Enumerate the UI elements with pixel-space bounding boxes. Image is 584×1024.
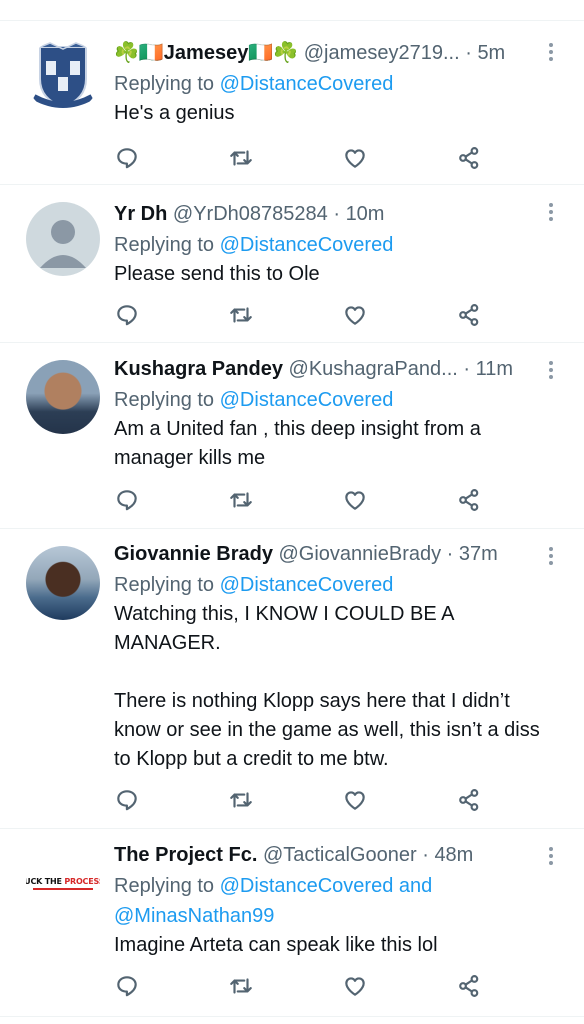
mention-link[interactable]: @DistanceCovered (220, 574, 394, 596)
retweet-icon[interactable] (228, 145, 256, 173)
timestamp[interactable]: 48m (434, 844, 473, 866)
reply-icon[interactable] (114, 787, 142, 815)
timestamp[interactable]: 10m (346, 203, 385, 225)
replying-to: Replying to @DistanceCovered (114, 385, 544, 415)
tweet-text: He's a genius (114, 102, 235, 124)
retweet-icon[interactable] (228, 302, 256, 330)
replying-to-label: Replying to (114, 875, 215, 897)
tweet-header: Giovannie Brady @GiovannieBrady · 37m (114, 538, 544, 570)
tweet-item[interactable]: FUCK THE PROCESS. The Project Fc. @Tacti… (0, 830, 584, 1016)
user-handle[interactable]: @jamesey2719... (304, 42, 460, 64)
separator-dot: · (465, 42, 472, 64)
replying-to-label: Replying to (114, 234, 215, 256)
retweet-icon[interactable] (228, 787, 256, 815)
replying-to: Replying to @DistanceCovered (114, 570, 544, 600)
tweet-text: Please send this to Ole (114, 263, 320, 285)
tweet-item[interactable]: Yr Dh @YrDh08785284 · 10m Replying to @D… (0, 186, 584, 343)
share-icon[interactable] (456, 145, 484, 173)
tweet-text: Watching this, I KNOW I COULD BE A MANAG… (114, 603, 540, 770)
tweet-item[interactable]: Kushagra Pandey @KushagraPand... · 11m R… (0, 344, 584, 529)
reply-icon[interactable] (114, 145, 142, 173)
avatar[interactable] (26, 360, 100, 434)
more-icon[interactable] (548, 203, 554, 224)
display-name[interactable]: Giovannie Brady (114, 543, 273, 565)
mention-link[interactable]: @DistanceCovered (220, 234, 394, 256)
retweet-icon[interactable] (228, 487, 256, 515)
user-handle[interactable]: @TacticalGooner (263, 844, 417, 866)
user-handle[interactable]: @YrDh08785284 (173, 203, 328, 225)
user-handle[interactable]: @KushagraPand... (289, 358, 458, 380)
tweet-header: The Project Fc. @TacticalGooner · 48m (114, 839, 544, 871)
more-icon[interactable] (548, 43, 554, 64)
mention-link[interactable]: @DistanceCovered (220, 73, 394, 95)
separator-dot: · (446, 543, 454, 565)
replying-to-label: Replying to (114, 389, 215, 411)
like-icon[interactable] (342, 487, 370, 515)
avatar[interactable] (26, 546, 100, 620)
action-bar (114, 302, 494, 330)
share-icon[interactable] (456, 787, 484, 815)
share-icon[interactable] (456, 487, 484, 515)
like-icon[interactable] (342, 973, 370, 1001)
tweet-text: Imagine Arteta can speak like this lol (114, 934, 438, 956)
like-icon[interactable] (342, 145, 370, 173)
separator-dot: · (422, 844, 429, 866)
separator-dot: · (333, 203, 340, 225)
share-icon[interactable] (456, 302, 484, 330)
tweet-item[interactable]: Giovannie Brady @GiovannieBrady · 37m Re… (0, 530, 584, 829)
retweet-icon[interactable] (228, 973, 256, 1001)
bottom-divider (0, 1016, 584, 1017)
avatar[interactable]: FUCK THE PROCESS. (26, 846, 100, 920)
replying-to-label: Replying to (114, 574, 215, 596)
display-name[interactable]: Yr Dh (114, 203, 167, 225)
action-bar (114, 973, 494, 1001)
more-icon[interactable] (548, 547, 554, 568)
action-bar (114, 145, 494, 173)
reply-icon[interactable] (114, 302, 142, 330)
share-icon[interactable] (456, 973, 484, 1001)
avatar-logo-rule (33, 887, 93, 890)
display-name[interactable]: ☘️🇮🇪Jamesey🇮🇪☘️ (114, 42, 298, 64)
action-bar (114, 487, 494, 515)
separator-dot: · (463, 358, 471, 380)
action-bar (114, 787, 494, 815)
tweet-item[interactable]: ☘️🇮🇪Jamesey🇮🇪☘️ @jamesey2719... · 5m Rep… (0, 21, 584, 185)
reply-icon[interactable] (114, 487, 142, 515)
tweet-header: Kushagra Pandey @KushagraPand... · 11m (114, 353, 544, 385)
more-icon[interactable] (548, 361, 554, 382)
replying-to-label: Replying to (114, 73, 215, 95)
display-name[interactable]: The Project Fc. (114, 844, 257, 866)
display-name[interactable]: Kushagra Pandey (114, 358, 283, 380)
timestamp[interactable]: 11m (476, 358, 513, 380)
replying-to: Replying to @DistanceCovered (114, 230, 544, 260)
like-icon[interactable] (342, 787, 370, 815)
avatar[interactable] (26, 39, 100, 113)
tweet-text: Am a United fan , this deep insight from… (114, 418, 481, 469)
timestamp[interactable]: 37m (459, 543, 498, 565)
replying-to: Replying to @DistanceCovered (114, 69, 544, 99)
avatar[interactable] (26, 202, 100, 276)
avatar-logo-text: FUCK THE PROCESS. (26, 876, 100, 886)
timestamp[interactable]: 5m (477, 42, 505, 64)
replying-to: Replying to @DistanceCovered and @MinasN… (114, 871, 544, 931)
more-icon[interactable] (548, 847, 554, 868)
reply-icon[interactable] (114, 973, 142, 1001)
tweet-header: Yr Dh @YrDh08785284 · 10m (114, 198, 544, 230)
mention-link[interactable]: @DistanceCovered (220, 389, 394, 411)
tweet-header: ☘️🇮🇪Jamesey🇮🇪☘️ @jamesey2719... · 5m (114, 37, 544, 69)
user-handle[interactable]: @GiovannieBrady (279, 543, 442, 565)
like-icon[interactable] (342, 302, 370, 330)
